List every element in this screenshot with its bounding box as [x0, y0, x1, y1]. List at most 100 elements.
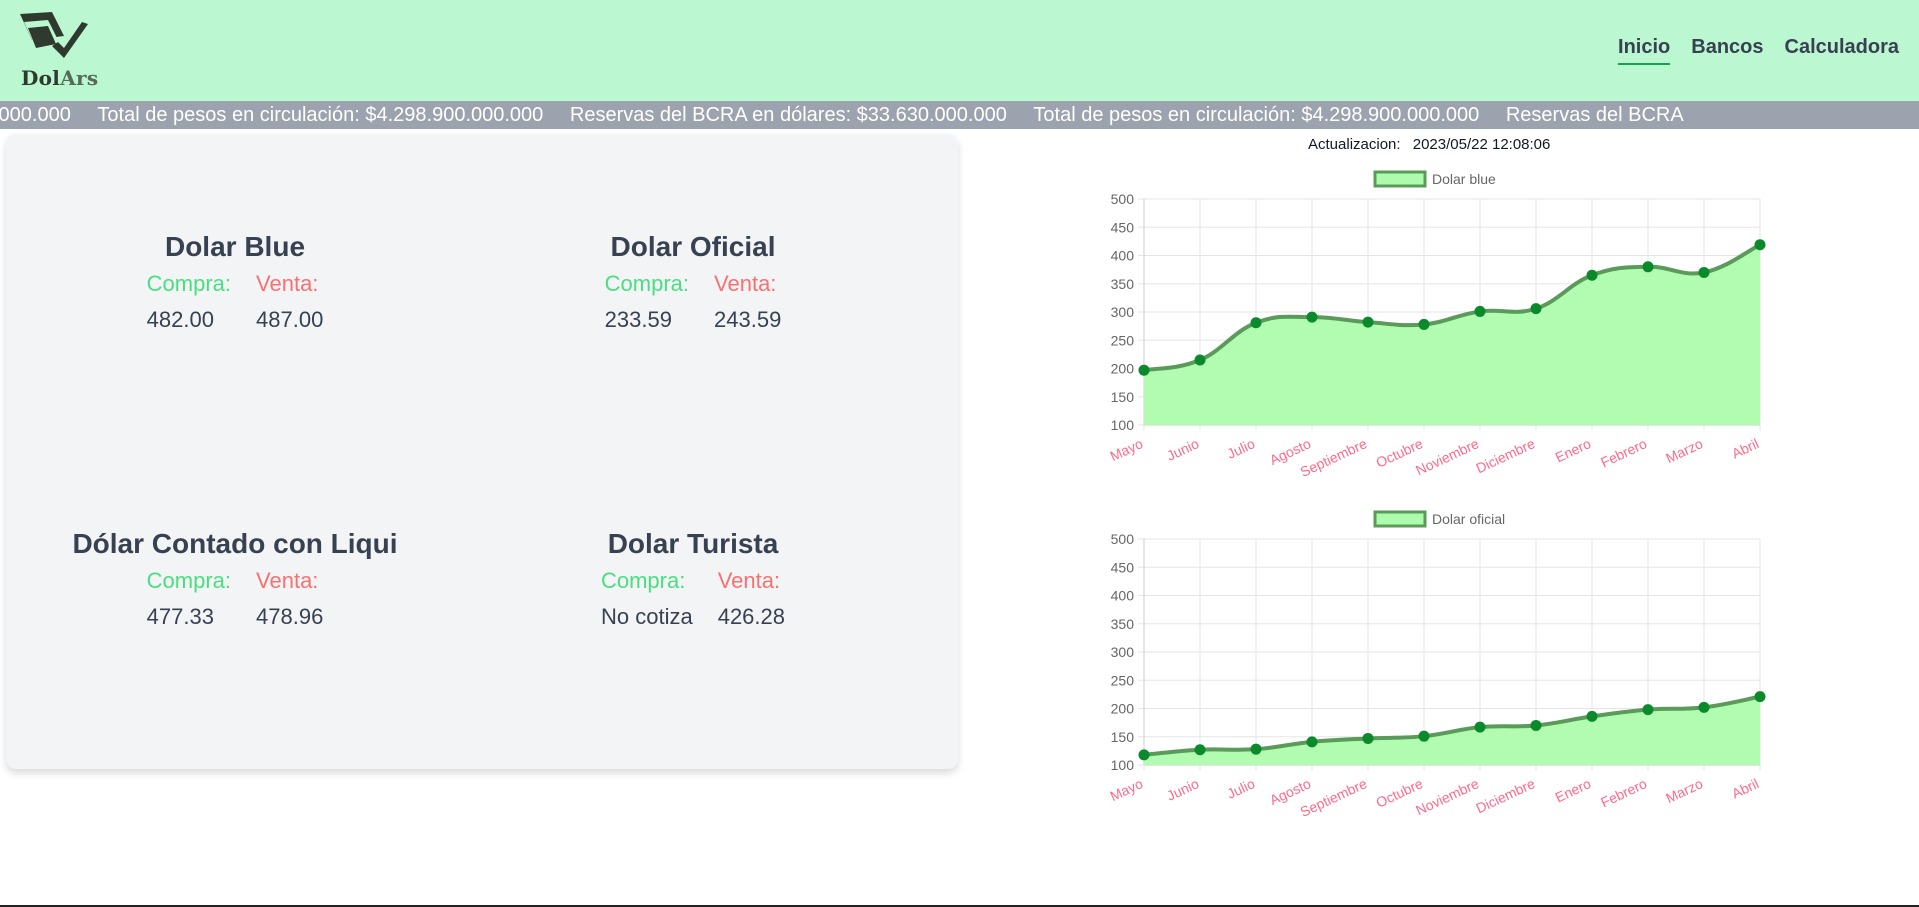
data-point	[1418, 730, 1430, 742]
sell-column: Venta: 426.28	[718, 568, 785, 630]
rate-title: Dolar Oficial	[610, 231, 776, 262]
y-tick-label: 150	[1111, 389, 1135, 405]
rate-values: Compra: 482.00 Venta: 487.00	[40, 271, 430, 333]
nav-link-inicio[interactable]: Inicio	[1618, 36, 1671, 65]
data-point	[1418, 318, 1430, 330]
legend-swatch	[1373, 510, 1427, 528]
x-tick-label: Junio	[1164, 775, 1201, 804]
buy-label: Compra:	[604, 271, 690, 296]
update-timestamp: Actualizacion: 2023/05/22 12:08:06	[1308, 136, 1550, 153]
sell-label: Venta:	[714, 271, 777, 296]
sell-column: Venta: 487.00	[256, 271, 323, 333]
ticker-track: dólares: $33.630.000.000 Total de pesos …	[0, 104, 1705, 127]
brand-name: DolArs	[21, 66, 98, 90]
sell-value: 426.28	[717, 604, 785, 629]
x-tick-label: Julio	[1224, 775, 1257, 802]
data-point	[1530, 303, 1542, 315]
ticker-item: dólares: $33.630.000.000	[0, 104, 71, 126]
dollar-check-logo-icon	[20, 12, 88, 58]
brand-logo[interactable]: DolArs	[18, 10, 98, 90]
data-point	[1754, 691, 1766, 703]
sell-value: 243.59	[714, 307, 782, 332]
site-header: DolArs Inicio Bancos Calculadora	[0, 0, 1919, 101]
x-tick-label: Mayo	[1107, 435, 1145, 464]
data-point	[1474, 721, 1486, 733]
x-tick-label: Diciembre	[1473, 775, 1537, 816]
data-point	[1306, 736, 1318, 748]
x-tick-label: Junio	[1164, 435, 1201, 464]
y-tick-label: 150	[1111, 729, 1135, 745]
y-tick-label: 250	[1111, 332, 1135, 348]
y-tick-label: 300	[1111, 304, 1135, 320]
x-tick-label: Febrero	[1598, 435, 1649, 470]
data-point	[1530, 719, 1542, 731]
update-value: 2023/05/22 12:08:06	[1412, 136, 1551, 153]
data-point	[1362, 316, 1374, 328]
data-point	[1250, 743, 1262, 755]
buy-column: Compra: 477.33	[147, 568, 231, 630]
legend-label: Dolar oficial	[1432, 511, 1505, 527]
brand-name-prefix: Dol	[21, 66, 61, 90]
buy-value: 482.00	[146, 307, 214, 332]
data-point	[1586, 710, 1598, 722]
buy-column: Compra: No cotiza	[601, 568, 693, 630]
x-tick-label: Marzo	[1663, 775, 1705, 806]
buy-column: Compra: 233.59	[605, 271, 689, 333]
y-tick-label: 100	[1111, 417, 1135, 433]
legend-label: Dolar blue	[1432, 171, 1496, 187]
data-point	[1194, 354, 1206, 366]
rate-title: Dolar Blue	[164, 231, 306, 262]
data-point	[1138, 364, 1150, 376]
data-point	[1698, 266, 1710, 278]
ticker-item: Reservas del BCRA	[1505, 104, 1684, 126]
nav-link-calculadora[interactable]: Calculadora	[1785, 36, 1899, 65]
y-tick-label: 200	[1111, 361, 1135, 377]
nav-link-bancos[interactable]: Bancos	[1691, 36, 1763, 65]
data-point	[1306, 311, 1318, 323]
data-point	[1642, 704, 1654, 716]
y-tick-label: 500	[1111, 531, 1135, 547]
y-tick-label: 350	[1111, 276, 1135, 292]
ticker-item: Total de pesos en circulación: $4.298.90…	[97, 104, 544, 126]
buy-column: Compra: 482.00	[147, 271, 231, 333]
y-tick-label: 300	[1111, 644, 1135, 660]
x-tick-label: Enero	[1553, 775, 1594, 805]
sell-value: 478.96	[256, 604, 324, 629]
rate-dolar-blue: Dolar Blue Compra: 482.00 Venta: 487.00	[40, 231, 430, 333]
sell-label: Venta:	[717, 568, 781, 593]
buy-label: Compra:	[600, 568, 686, 593]
y-tick-label: 250	[1111, 672, 1135, 688]
data-point	[1474, 305, 1486, 317]
buy-label: Compra:	[146, 568, 232, 593]
sell-column: Venta: 243.59	[714, 271, 781, 333]
rate-dolar-oficial: Dolar Oficial Compra: 233.59 Venta: 243.…	[498, 231, 888, 333]
buy-value: 233.59	[604, 307, 672, 332]
rate-title: Dolar Turista	[607, 528, 779, 559]
y-tick-label: 450	[1111, 559, 1135, 575]
sell-value: 487.00	[256, 307, 324, 332]
legend-swatch	[1373, 170, 1427, 188]
x-tick-label: Mayo	[1107, 775, 1145, 804]
data-point	[1698, 701, 1710, 713]
x-tick-label: Abril	[1729, 775, 1761, 801]
chart-dolar-blue: Dolar blue 100 150 200 250 300 350 400 450 500 May…	[1107, 170, 1766, 480]
data-point	[1250, 317, 1262, 329]
data-point	[1754, 239, 1766, 251]
y-tick-label: 100	[1111, 757, 1135, 773]
ticker-item: Reservas del BCRA en dólares: $33.630.00…	[569, 104, 1007, 126]
rate-dolar-ccl: Dólar Contado con Liqui Compra: 477.33 V…	[30, 528, 440, 630]
rates-card: Dolar Blue Compra: 482.00 Venta: 487.00 …	[6, 134, 958, 769]
y-tick-label: 500	[1111, 191, 1135, 207]
data-point	[1194, 744, 1206, 756]
rate-values: Compra: 477.33 Venta: 478.96	[30, 568, 440, 630]
chart-dolar-oficial: Dolar oficial 100 150 200 250 300 350 400 450 500…	[1107, 510, 1766, 820]
sell-label: Venta:	[256, 271, 319, 296]
y-tick-label: 400	[1111, 588, 1135, 604]
x-tick-label: Diciembre	[1473, 435, 1537, 476]
x-tick-label: Marzo	[1663, 435, 1705, 466]
x-tick-label: Enero	[1553, 435, 1594, 465]
brand-name-suffix: Ars	[60, 66, 99, 90]
x-tick-label: Febrero	[1598, 775, 1649, 810]
ticker-item: Total de pesos en circulación: $4.298.90…	[1033, 104, 1480, 126]
update-label: Actualizacion:	[1308, 136, 1401, 153]
